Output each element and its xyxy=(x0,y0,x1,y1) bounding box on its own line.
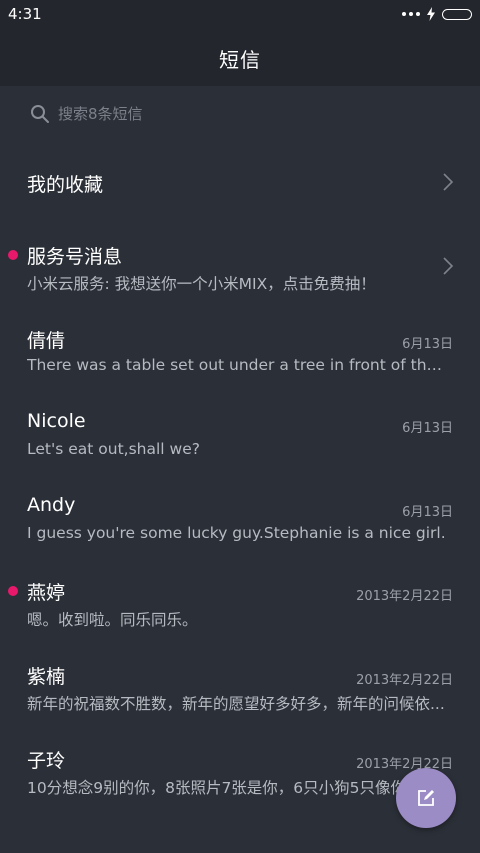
compose-icon xyxy=(418,790,434,806)
chevron-right-icon xyxy=(443,257,454,275)
message-date: 2013年2月22日 xyxy=(356,589,453,604)
compose-button[interactable] xyxy=(396,768,456,828)
page-title: 短信 xyxy=(219,47,261,72)
service-messages-row[interactable]: 服务号消息 小米云服务: 我想送你一个小米MIX，点击免费抽！ xyxy=(0,226,480,310)
contact-name: Nicole xyxy=(27,410,86,432)
conversation-row[interactable]: Andy 6月13日 I guess you're some lucky guy… xyxy=(0,478,480,562)
chevron-right-icon xyxy=(443,173,454,191)
battery-icon xyxy=(442,8,472,20)
service-messages-title: 服务号消息 xyxy=(27,246,123,268)
contact-name: Andy xyxy=(27,494,76,516)
message-date: 2013年2月22日 xyxy=(356,757,453,772)
app-header: 短信 xyxy=(0,30,480,86)
message-date: 6月13日 xyxy=(402,505,453,520)
message-preview: Let's eat out,shall we? xyxy=(27,440,200,458)
search-icon xyxy=(31,105,49,123)
search-input[interactable] xyxy=(58,102,438,126)
charging-bolt-icon xyxy=(427,7,435,21)
conversation-row[interactable]: 燕婷 2013年2月22日 嗯。收到啦。同乐同乐。 xyxy=(0,562,480,646)
contact-name: 紫楠 xyxy=(27,666,66,688)
service-messages-preview: 小米云服务: 我想送你一个小米MIX，点击免费抽！ xyxy=(27,275,376,293)
search-bar[interactable] xyxy=(0,86,480,142)
contact-name: 燕婷 xyxy=(27,582,66,604)
message-preview: 新年的祝福数不胜数，新年的愿望好多好多，新年的问候依... xyxy=(27,695,445,713)
conversation-row[interactable]: 紫楠 2013年2月22日 新年的祝福数不胜数，新年的愿望好多好多，新年的问候依… xyxy=(0,646,480,730)
message-preview: 10分想念9别的你，8张照片7张是你，6只小狗5只像你 xyxy=(27,779,407,797)
message-preview: 嗯。收到啦。同乐同乐。 xyxy=(27,611,198,629)
message-preview: I guess you're some lucky guy.Stephanie … xyxy=(27,524,446,542)
message-date: 2013年2月22日 xyxy=(356,673,453,688)
contact-name: 子玲 xyxy=(27,750,66,772)
conversation-row[interactable]: Nicole 6月13日 Let's eat out,shall we? xyxy=(0,394,480,478)
message-preview: There was a table set out under a tree i… xyxy=(27,356,447,374)
status-bar: 4:31 xyxy=(0,0,480,30)
message-date: 6月13日 xyxy=(402,421,453,436)
unread-dot xyxy=(8,586,18,596)
favorites-row[interactable]: 我的收藏 xyxy=(0,142,480,226)
status-icons xyxy=(402,6,472,22)
status-time: 4:31 xyxy=(8,5,42,23)
more-dots-icon xyxy=(402,12,420,16)
unread-dot xyxy=(8,250,18,260)
contact-name: 倩倩 xyxy=(27,330,66,352)
message-date: 6月13日 xyxy=(402,337,453,352)
conversation-row[interactable]: 倩倩 6月13日 There was a table set out under… xyxy=(0,310,480,394)
favorites-label: 我的收藏 xyxy=(27,174,104,196)
